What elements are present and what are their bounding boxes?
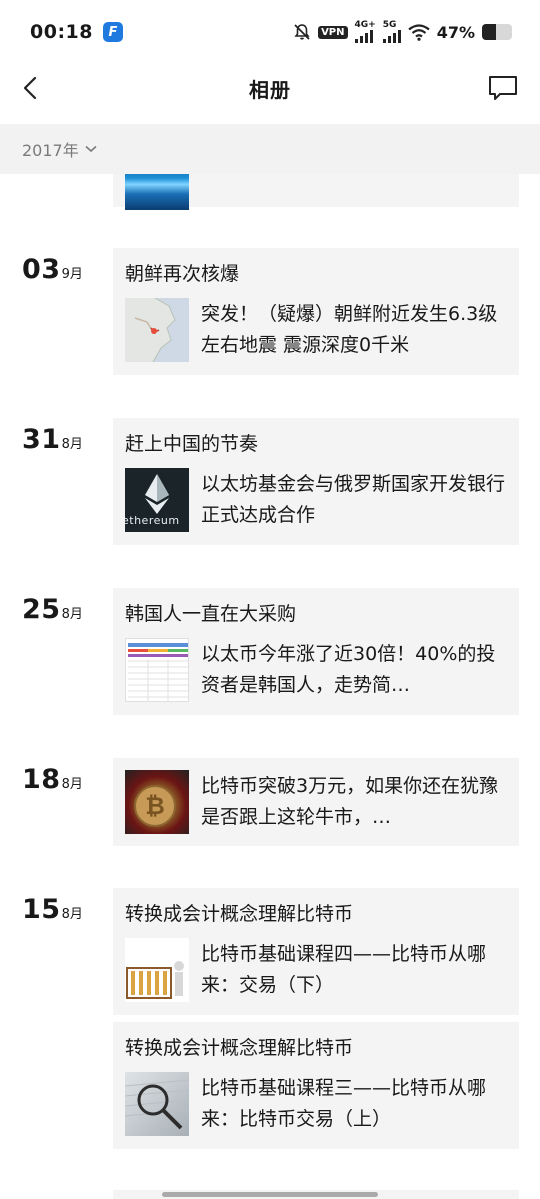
ethereum-thumbnail: ethereum [125, 468, 189, 532]
post-thumbnail [125, 174, 189, 210]
post-card[interactable]: 朝鲜再次核爆 突发！（疑爆）朝鲜附近发生6.3级左右地震 震源深度0千米 [113, 248, 519, 375]
vpn-badge: VPN [318, 25, 348, 39]
post-description: 迪 [201, 174, 220, 178]
post-date: 31 8月 [22, 424, 83, 455]
wifi-icon [408, 23, 430, 41]
map-thumbnail [125, 298, 189, 362]
post-day: 15 [22, 894, 61, 925]
post-description: 比特币突破3万元，如果你还在犹豫是否跟上这轮牛市，… [201, 775, 499, 828]
post-month: 8月 [61, 607, 83, 622]
abacus-thumbnail [125, 938, 189, 1002]
magnifier-thumbnail [125, 1072, 189, 1136]
page-title: 相册 [249, 77, 291, 102]
post-day: 25 [22, 594, 61, 625]
net-label-5g: 5G [382, 20, 397, 30]
battery-icon [482, 24, 512, 40]
post-month: 8月 [61, 437, 83, 452]
nav-bar: 相册 [0, 64, 540, 112]
status-bar: 00:18 F VPN 4G+ 5G 47% [0, 0, 540, 64]
ethereum-thumb-text: ethereum [125, 514, 180, 527]
post-description: 以太坊基金会与俄罗斯国家开发银行正式达成合作 [201, 473, 506, 526]
signal-5g-icon: 5G [382, 20, 401, 43]
chevron-down-icon [85, 145, 97, 153]
post-description: 突发！（疑爆）朝鲜附近发生6.3级左右地震 震源深度0千米 [201, 303, 498, 356]
post-date: 18 8月 [22, 764, 83, 795]
year-filter-label: 2017年 [22, 141, 79, 160]
status-time: 00:18 [30, 21, 93, 43]
svg-text:₿: ₿ [145, 792, 165, 820]
post-description: 比特币基础课程三——比特币从哪来：比特币交易（上） [201, 1077, 487, 1130]
bitcoin-thumbnail: ₿ [125, 770, 189, 834]
post-date: 25 8月 [22, 594, 83, 625]
post-day: 18 [22, 764, 61, 795]
post-card[interactable]: 韩国人一直在大采购 以太币今年涨了近30倍！40%的投资者是韩国人，走势简… [113, 588, 519, 715]
app-notification-icon: F [102, 22, 123, 42]
comment-icon[interactable] [488, 74, 518, 102]
status-icons: VPN 4G+ 5G 47% [293, 21, 512, 43]
post-title: 转换成会计概念理解比特币 [125, 1037, 354, 1059]
post-month: 8月 [61, 907, 83, 922]
album-feed[interactable]: 迪 03 9月 朝鲜再次核爆 突发！（疑爆）朝鲜附近发生6.3级左右地震 震源深… [0, 174, 540, 1199]
battery-percent: 47% [436, 22, 475, 42]
post-card-partial[interactable]: 迪 [113, 174, 519, 210]
post-title: 朝鲜再次核爆 [125, 263, 240, 285]
home-indicator[interactable] [162, 1192, 378, 1197]
post-card[interactable]: ₿ 比特币突破3万元，如果你还在犹豫是否跟上这轮牛市，… [113, 758, 519, 846]
post-date: 15 8月 [22, 894, 83, 925]
post-day: 31 [22, 424, 61, 455]
post-description: 以太币今年涨了近30倍！40%的投资者是韩国人，走势简… [201, 643, 496, 696]
battery-level [482, 24, 497, 40]
post-title: 韩国人一直在大采购 [125, 603, 297, 625]
post-title: 转换成会计概念理解比特币 [125, 903, 354, 925]
post-card[interactable]: 转换成会计概念理解比特币 比特币基础课程四——比特币从哪来：交易（下） [113, 888, 519, 1015]
post-card[interactable]: 转换成会计概念理解比特币 比特币基础课程三——比特币从哪来：比特币交易（上） [113, 1022, 519, 1149]
year-filter[interactable]: 2017年 [0, 124, 540, 174]
net-label-4g: 4G+ [354, 20, 376, 30]
post-month: 9月 [61, 267, 83, 282]
post-month: 8月 [61, 777, 83, 792]
post-description: 比特币基础课程四——比特币从哪来：交易（下） [201, 943, 487, 996]
post-date: 03 9月 [22, 254, 83, 285]
post-card[interactable]: 赶上中国的节奏 ethereum 以太坊基金会与俄罗斯国家开发银行正式达成合作 [113, 418, 519, 545]
back-arrow-icon[interactable] [18, 74, 46, 102]
post-day: 03 [22, 254, 61, 285]
mute-bell-icon [294, 24, 310, 40]
spreadsheet-thumbnail [125, 638, 189, 702]
post-title: 赶上中国的节奏 [125, 433, 259, 455]
signal-4g-icon: 4G+ [354, 20, 376, 43]
